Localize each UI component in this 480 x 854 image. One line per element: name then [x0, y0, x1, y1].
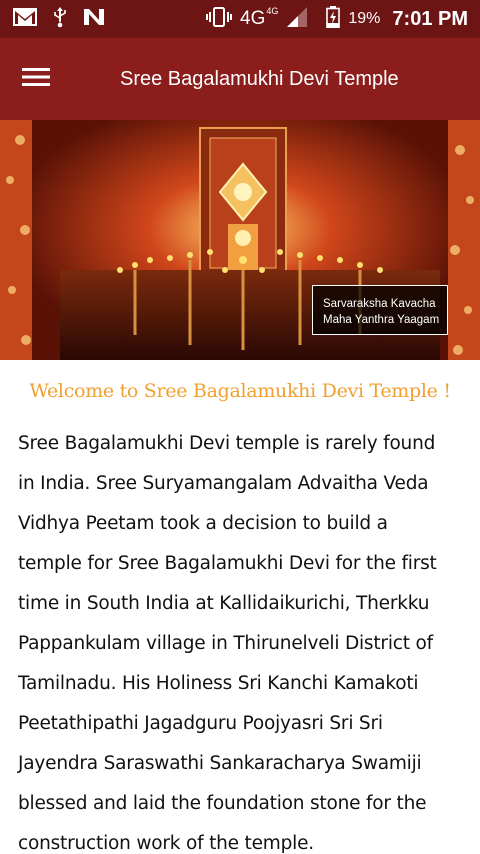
temple-description: Sree Bagalamukhi Devi temple is rarely f…	[18, 433, 437, 854]
banner-caption: Sarvaraksha Kavacha Maha Yanthra Yaagam	[312, 285, 448, 335]
gmail-icon	[12, 7, 38, 31]
hamburger-menu-icon[interactable]	[22, 67, 50, 91]
battery-percent: 19%	[348, 10, 381, 27]
network-label: 4G	[240, 8, 266, 29]
app-title: Sree Bagalamukhi Devi Temple	[120, 67, 399, 90]
main-content: Welcome to Sree Bagalamukhi Devi Temple …	[0, 360, 480, 854]
clock: 7:01 PM	[392, 7, 468, 30]
app-bar: Sree Bagalamukhi Devi Temple	[0, 38, 480, 120]
battery-icon	[326, 6, 341, 32]
network-indicator: 4G 4G	[240, 6, 279, 30]
usb-icon	[52, 6, 68, 32]
status-bar: 4G 4G 19% 7:01 PM	[0, 0, 480, 38]
vibrate-icon	[206, 6, 232, 32]
network-super-label: 4G	[266, 6, 279, 16]
signal-icon	[286, 6, 308, 32]
caption-line-1: Sarvaraksha Kavacha	[323, 298, 436, 310]
welcome-heading: Welcome to Sree Bagalamukhi Devi Temple …	[29, 380, 451, 402]
n-app-icon	[82, 6, 106, 32]
menu-button[interactable]	[0, 38, 72, 120]
caption-line-2: Maha Yanthra Yaagam	[323, 314, 440, 326]
